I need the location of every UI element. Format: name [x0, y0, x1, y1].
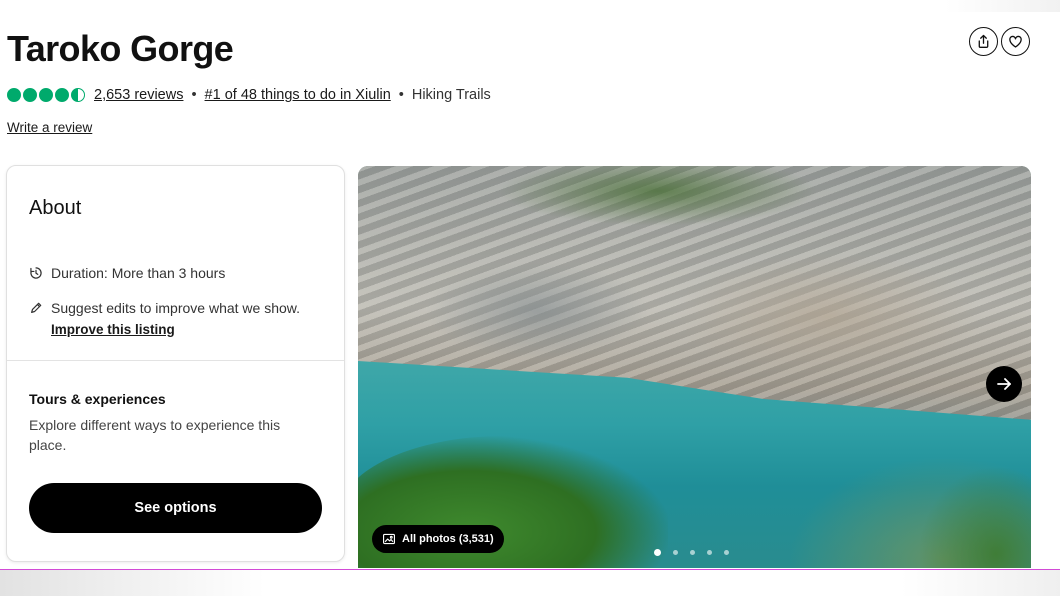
all-photos-button[interactable]: All photos (3,531) — [372, 525, 504, 553]
save-button[interactable] — [1001, 27, 1030, 56]
carousel-dots — [654, 549, 729, 556]
rating-bubble-half — [71, 88, 85, 102]
see-options-button[interactable]: See options — [29, 483, 322, 533]
card-divider — [7, 360, 344, 361]
rating-row: 2,653 reviews • #1 of 48 things to do in… — [7, 87, 491, 103]
header-actions — [969, 27, 1030, 56]
arrow-right-icon — [997, 378, 1011, 390]
about-card: About Duration: More than 3 hours Sugges… — [6, 165, 345, 562]
tours-title: Tours & experiences — [29, 391, 166, 407]
photo-foliage — [918, 466, 1031, 568]
carousel-dot[interactable] — [724, 550, 729, 555]
tours-description: Explore different ways to experience thi… — [29, 417, 281, 453]
reviews-link[interactable]: 2,653 reviews — [94, 87, 183, 103]
separator: • — [191, 87, 197, 103]
separator: • — [398, 87, 404, 103]
carousel-dot[interactable] — [654, 549, 661, 556]
rating-bubble-full — [55, 88, 69, 102]
bottom-edge-fade — [0, 570, 1060, 596]
next-photo-button[interactable] — [986, 366, 1022, 402]
duration-row: Duration: More than 3 hours — [29, 265, 225, 281]
improve-listing-link[interactable]: Improve this listing — [51, 322, 300, 337]
rank-link[interactable]: #1 of 48 things to do in Xiulin — [205, 87, 391, 103]
all-photos-label: All photos (3,531) — [402, 533, 494, 545]
page-title: Taroko Gorge — [7, 28, 234, 69]
image-icon — [383, 533, 395, 545]
pencil-icon — [31, 302, 42, 313]
about-title: About — [29, 197, 82, 219]
clock-icon — [30, 267, 42, 279]
share-button[interactable] — [969, 27, 998, 56]
carousel-dot[interactable] — [673, 550, 678, 555]
suggest-text: Suggest edits to improve what we show. — [51, 300, 301, 316]
rating-bubble-full — [39, 88, 53, 102]
carousel-dot[interactable] — [690, 550, 695, 555]
rating-bubbles — [7, 88, 85, 102]
rating-bubble-full — [7, 88, 21, 102]
top-edge-fade — [945, 0, 1060, 12]
write-review-link[interactable]: Write a review — [7, 120, 92, 135]
heart-icon — [1009, 35, 1022, 48]
category-label: Hiking Trails — [411, 87, 491, 103]
photo-gallery[interactable]: All photos (3,531) — [358, 166, 1031, 568]
suggest-row: Suggest edits to improve what we show. I… — [29, 300, 300, 337]
duration-text: Duration: More than 3 hours — [51, 265, 226, 281]
share-icon — [978, 34, 989, 48]
carousel-dot[interactable] — [707, 550, 712, 555]
rating-bubble-full — [23, 88, 37, 102]
